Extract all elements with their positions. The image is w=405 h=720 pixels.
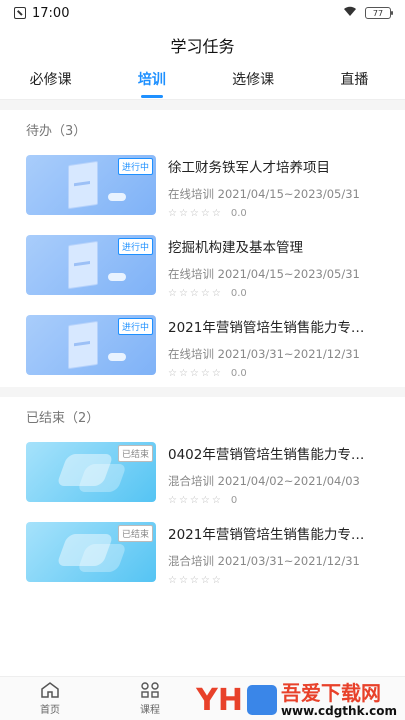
watermark-url: www.cdgthk.com (280, 704, 397, 718)
rating: ☆☆☆☆☆ 0.0 (168, 208, 379, 219)
course-thumbnail: 进行中 (26, 315, 156, 375)
nav-home[interactable]: 首页 (0, 677, 100, 720)
course-title: 2021年营销管培生销售能力专… (168, 527, 365, 543)
course-title: 挖掘机构建及基本管理 (168, 240, 303, 256)
tab-required[interactable]: 必修课 (0, 64, 101, 100)
watermark-text: 吾爱下载网 (280, 681, 381, 705)
star-icon: ☆☆☆☆☆ (168, 368, 223, 379)
course-meta: 混合培训 2021/03/31~2021/12/31 (168, 554, 360, 568)
star-icon: ☆☆☆☆☆ (168, 495, 223, 506)
rating: ☆☆☆☆☆ 0 (168, 495, 379, 506)
watermark-box-icon (246, 685, 277, 715)
nav-course-label: 课程 (140, 705, 160, 716)
status-badge: 进行中 (117, 318, 153, 335)
course-meta: 在线培训 2021/04/15~2023/05/31 (168, 187, 360, 201)
star-icon: ☆☆☆☆☆ (168, 288, 223, 299)
decor-shape (108, 353, 126, 361)
tab-elective[interactable]: 选修课 (203, 64, 304, 100)
tab-bar: 必修课 培训 选修课 直播 (0, 64, 405, 100)
list-item[interactable]: 已结束 2021年营销管培生销售能力专… 混合培训 2021/03/31~202… (0, 514, 405, 594)
home-icon (39, 681, 61, 699)
course-icon (139, 681, 161, 699)
course-thumbnail: 进行中 (26, 155, 156, 215)
list-item[interactable]: 进行中 徐工财务铁军人才培养项目 在线培训 2021/04/15~2023/05… (0, 147, 405, 227)
nav-course[interactable]: 课程 (100, 677, 200, 720)
rating: ☆☆☆☆☆ 0.0 (168, 288, 379, 299)
rating-score: 0.0 (230, 208, 247, 219)
course-title: 徐工财务铁军人才培养项目 (168, 160, 330, 176)
watermark: YH 吾爱下载网 www.cdgthk.com (196, 682, 397, 718)
list-item[interactable]: 已结束 0402年营销管培生销售能力专… 混合培训 2021/04/02~202… (0, 434, 405, 514)
course-thumbnail: 已结束 (26, 522, 156, 582)
divider (0, 100, 405, 110)
book-icon (68, 320, 98, 370)
decor-shape (108, 193, 126, 201)
status-time: 17:00 (32, 5, 70, 21)
rating-score: 0 (230, 495, 238, 506)
decor-shape (108, 273, 126, 281)
status-badge: 已结束 (117, 445, 153, 462)
divider (0, 387, 405, 397)
section-finished: 已结束（2） 已结束 0402年营销管培生销售能力专… 混合培训 2021/04… (0, 397, 405, 594)
watermark-logo: YH (196, 682, 243, 718)
book-icon (68, 160, 98, 210)
list-item[interactable]: 进行中 2021年营销管培生销售能力专… 在线培训 2021/03/31~202… (0, 307, 405, 387)
battery-icon: 77 (365, 7, 393, 19)
tab-training[interactable]: 培训 (101, 64, 202, 100)
course-meta: 在线培训 2021/03/31~2021/12/31 (168, 347, 360, 361)
page-title: 学习任务 (170, 37, 235, 56)
course-meta: 在线培训 2021/04/15~2023/05/31 (168, 267, 360, 281)
star-icon: ☆☆☆☆☆ (168, 208, 223, 219)
wifi-icon (343, 6, 357, 21)
battery-level: 77 (372, 8, 384, 18)
notification-icon (14, 7, 26, 19)
status-badge: 已结束 (117, 525, 153, 542)
list-item[interactable]: 进行中 挖掘机构建及基本管理 在线培训 2021/04/15~2023/05/3… (0, 227, 405, 307)
rating: ☆☆☆☆☆ (168, 575, 379, 586)
course-title: 2021年营销管培生销售能力专… (168, 320, 365, 336)
tab-live[interactable]: 直播 (304, 64, 405, 100)
course-thumbnail: 进行中 (26, 235, 156, 295)
status-badge: 进行中 (117, 238, 153, 255)
star-icon: ☆☆☆☆☆ (168, 575, 223, 586)
nav-home-label: 首页 (40, 705, 60, 716)
rating-score: 0.0 (230, 368, 247, 379)
bottom-nav: 首页 课程 YH 吾爱下载网 www.cdgthk.com (0, 676, 405, 720)
status-bar: 17:00 77 (0, 0, 405, 26)
book-icon (68, 240, 98, 290)
section-todo: 待办（3） 进行中 徐工财务铁军人才培养项目 在线培训 2021/04/15~2… (0, 110, 405, 387)
status-badge: 进行中 (117, 158, 153, 175)
rating: ☆☆☆☆☆ 0.0 (168, 368, 379, 379)
section-title: 已结束（2） (26, 411, 100, 426)
course-title: 0402年营销管培生销售能力专… (168, 447, 365, 463)
course-thumbnail: 已结束 (26, 442, 156, 502)
course-meta: 混合培训 2021/04/02~2021/04/03 (168, 474, 360, 488)
rating-score: 0.0 (230, 288, 247, 299)
section-title: 待办（3） (26, 124, 87, 139)
